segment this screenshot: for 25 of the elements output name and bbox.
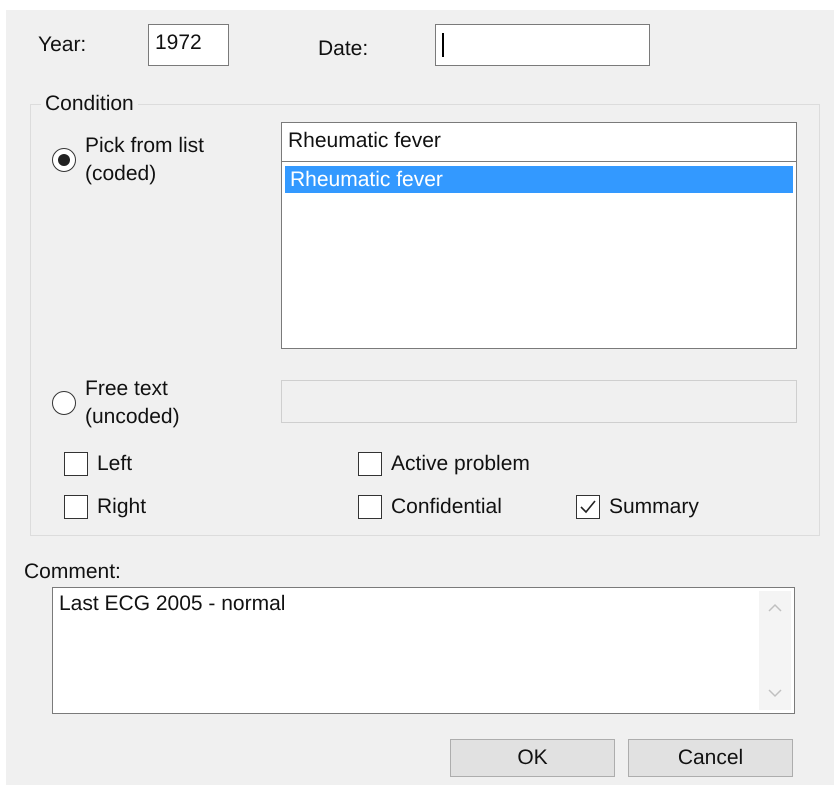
dialog-button[interactable]: Cancel [628, 739, 793, 777]
checkbox-label[interactable]: Confidential [391, 495, 502, 519]
comment-label: Comment: [24, 560, 122, 584]
checkbox[interactable] [358, 495, 382, 519]
year-label: Year: [38, 33, 88, 57]
checkbox-label[interactable]: Active problem [391, 452, 530, 476]
comment-field[interactable]: Last ECG 2005 - normal [52, 587, 795, 714]
checkbox[interactable] [576, 495, 600, 519]
group-title: Condition [44, 92, 135, 116]
option-label[interactable]: Pick from list (coded) [85, 132, 204, 188]
checkbox[interactable] [64, 495, 88, 519]
date-label: Date: [318, 37, 370, 61]
checkbox[interactable] [64, 452, 88, 476]
checkbox-label[interactable]: Left [97, 452, 132, 476]
date-field[interactable] [435, 24, 650, 66]
radio-button[interactable] [52, 148, 76, 172]
radio-button[interactable] [52, 391, 76, 415]
checkbox-label[interactable]: Right [97, 495, 146, 519]
dialog-button[interactable]: OK [450, 739, 615, 777]
comment-text: Last ECG 2005 - normal [58, 591, 286, 617]
year-field[interactable]: 1972 [148, 24, 229, 66]
option-label[interactable]: Free text (uncoded) [85, 375, 180, 431]
checkbox[interactable] [358, 452, 382, 476]
checkbox-label[interactable]: Summary [609, 495, 699, 519]
search-field[interactable]: Rheumatic fever [281, 122, 797, 162]
